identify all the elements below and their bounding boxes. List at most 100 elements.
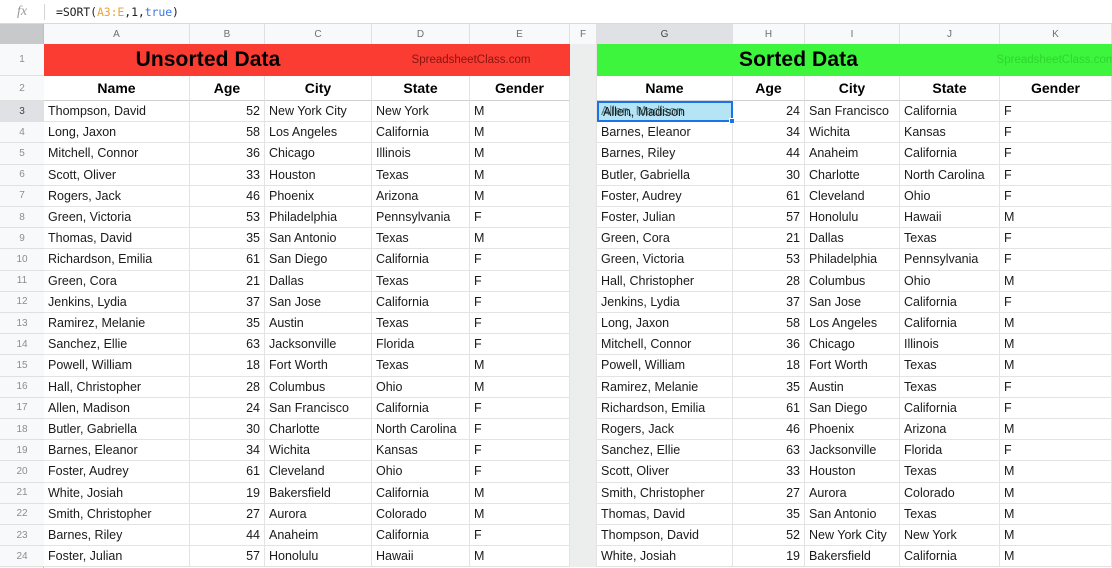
sorted-cell-r24-c7[interactable]: 19 [733, 546, 805, 568]
spacer-column-f[interactable] [570, 44, 597, 568]
unsorted-cell-r20-c0[interactable]: Foster, Audrey [44, 461, 190, 483]
unsorted-cell-r15-c0[interactable]: Powell, William [44, 355, 190, 377]
unsorted-cell-r13-c1[interactable]: 35 [190, 313, 265, 335]
sorted-cell-r21-c9[interactable]: Colorado [900, 482, 1000, 504]
unsorted-cell-r11-c0[interactable]: Green, Cora [44, 270, 190, 292]
unsorted-cell-r21-c0[interactable]: White, Josiah [44, 482, 190, 504]
sorted-cell-r13-c6[interactable]: Long, Jaxon [597, 313, 733, 335]
sorted-cell-r24-c9[interactable]: California [900, 546, 1000, 568]
unsorted-cell-r15-c1[interactable]: 18 [190, 355, 265, 377]
sorted-cell-r12-c8[interactable]: San Jose [805, 291, 900, 313]
unsorted-cell-r19-c3[interactable]: Kansas [372, 440, 470, 462]
sorted-cell-r14-c9[interactable]: Illinois [900, 334, 1000, 356]
sorted-cell-r7-c10[interactable]: F [1000, 185, 1112, 207]
sorted-header-age[interactable]: Age [733, 76, 805, 101]
sorted-cell-r9-c8[interactable]: Dallas [805, 228, 900, 250]
column-header-d[interactable]: D [372, 24, 470, 44]
unsorted-cell-r18-c4[interactable]: F [470, 419, 570, 441]
sorted-cell-r23-c6[interactable]: Thompson, David [597, 525, 733, 547]
sorted-cell-r15-c10[interactable]: M [1000, 355, 1112, 377]
sorted-cell-r10-c7[interactable]: 53 [733, 249, 805, 271]
sorted-cell-r17-c10[interactable]: F [1000, 397, 1112, 419]
sorted-cell-r22-c7[interactable]: 35 [733, 503, 805, 525]
unsorted-cell-r15-c3[interactable]: Texas [372, 355, 470, 377]
sorted-cell-r12-c9[interactable]: California [900, 291, 1000, 313]
formula-input[interactable]: =SORT(A3:E, 1, true) [45, 0, 1112, 24]
sorted-cell-r14-c8[interactable]: Chicago [805, 334, 900, 356]
sorted-cell-r23-c7[interactable]: 52 [733, 525, 805, 547]
unsorted-cell-r9-c4[interactable]: M [470, 228, 570, 250]
sorted-cell-r3-c7[interactable]: 24 [733, 101, 805, 123]
unsorted-cell-r24-c4[interactable]: M [470, 546, 570, 568]
sorted-cell-r17-c6[interactable]: Richardson, Emilia [597, 397, 733, 419]
sorted-cell-r13-c10[interactable]: M [1000, 313, 1112, 335]
sorted-cell-r5-c10[interactable]: F [1000, 143, 1112, 165]
unsorted-cell-r3-c2[interactable]: New York City [265, 101, 372, 123]
row-header-16[interactable]: 16 [0, 376, 44, 398]
unsorted-cell-r7-c0[interactable]: Rogers, Jack [44, 185, 190, 207]
row-header-11[interactable]: 11 [0, 270, 44, 292]
sorted-cell-r20-c8[interactable]: Houston [805, 461, 900, 483]
unsorted-cell-r8-c3[interactable]: Pennsylvania [372, 207, 470, 229]
sorted-cell-r9-c7[interactable]: 21 [733, 228, 805, 250]
unsorted-header-age[interactable]: Age [190, 76, 265, 101]
unsorted-cell-r12-c1[interactable]: 37 [190, 291, 265, 313]
unsorted-cell-r4-c0[interactable]: Long, Jaxon [44, 122, 190, 144]
sorted-cell-r3-c8[interactable]: San Francisco [805, 101, 900, 123]
sorted-cell-r5-c9[interactable]: California [900, 143, 1000, 165]
sorted-cell-r4-c7[interactable]: 34 [733, 122, 805, 144]
unsorted-cell-r22-c2[interactable]: Aurora [265, 503, 372, 525]
sorted-cell-r15-c6[interactable]: Powell, William [597, 355, 733, 377]
unsorted-cell-r22-c1[interactable]: 27 [190, 503, 265, 525]
unsorted-cell-r10-c3[interactable]: California [372, 249, 470, 271]
unsorted-cell-r3-c4[interactable]: M [470, 101, 570, 123]
unsorted-cell-r5-c1[interactable]: 36 [190, 143, 265, 165]
sorted-cell-r9-c10[interactable]: F [1000, 228, 1112, 250]
sorted-cell-r18-c6[interactable]: Rogers, Jack [597, 419, 733, 441]
unsorted-header-city[interactable]: City [265, 76, 372, 101]
unsorted-cell-r13-c4[interactable]: F [470, 313, 570, 335]
sorted-cell-r15-c7[interactable]: 18 [733, 355, 805, 377]
unsorted-cell-r12-c4[interactable]: F [470, 291, 570, 313]
sorted-cell-r19-c9[interactable]: Florida [900, 440, 1000, 462]
sorted-cell-r12-c7[interactable]: 37 [733, 291, 805, 313]
unsorted-cell-r9-c3[interactable]: Texas [372, 228, 470, 250]
row-header-24[interactable]: 24 [0, 546, 44, 568]
sorted-header-gender[interactable]: Gender [1000, 76, 1112, 101]
unsorted-cell-r24-c2[interactable]: Honolulu [265, 546, 372, 568]
row-header-9[interactable]: 9 [0, 228, 44, 250]
sorted-cell-r20-c6[interactable]: Scott, Oliver [597, 461, 733, 483]
unsorted-cell-r18-c2[interactable]: Charlotte [265, 419, 372, 441]
fill-handle[interactable] [729, 118, 735, 125]
unsorted-cell-r7-c4[interactable]: M [470, 185, 570, 207]
sorted-cell-r16-c8[interactable]: Austin [805, 376, 900, 398]
sorted-cell-r6-c9[interactable]: North Carolina [900, 164, 1000, 186]
unsorted-cell-r12-c0[interactable]: Jenkins, Lydia [44, 291, 190, 313]
sorted-cell-r23-c9[interactable]: New York [900, 525, 1000, 547]
sorted-cell-r20-c9[interactable]: Texas [900, 461, 1000, 483]
unsorted-cell-r21-c3[interactable]: California [372, 482, 470, 504]
unsorted-cell-r6-c0[interactable]: Scott, Oliver [44, 164, 190, 186]
unsorted-cell-r23-c0[interactable]: Barnes, Riley [44, 525, 190, 547]
column-header-c[interactable]: C [265, 24, 372, 44]
unsorted-cell-r6-c2[interactable]: Houston [265, 164, 372, 186]
sorted-cell-r7-c7[interactable]: 61 [733, 185, 805, 207]
unsorted-cell-r16-c2[interactable]: Columbus [265, 376, 372, 398]
row-header-4[interactable]: 4 [0, 122, 44, 144]
row-header-23[interactable]: 23 [0, 525, 44, 547]
sorted-cell-r4-c10[interactable]: F [1000, 122, 1112, 144]
unsorted-cell-r14-c2[interactable]: Jacksonville [265, 334, 372, 356]
sorted-cell-r16-c6[interactable]: Ramirez, Melanie [597, 376, 733, 398]
unsorted-cell-r19-c1[interactable]: 34 [190, 440, 265, 462]
sorted-cell-r12-c6[interactable]: Jenkins, Lydia [597, 291, 733, 313]
unsorted-cell-r13-c2[interactable]: Austin [265, 313, 372, 335]
column-header-i[interactable]: I [805, 24, 900, 44]
unsorted-cell-r15-c4[interactable]: M [470, 355, 570, 377]
sorted-cell-r21-c7[interactable]: 27 [733, 482, 805, 504]
unsorted-cell-r5-c3[interactable]: Illinois [372, 143, 470, 165]
row-header-22[interactable]: 22 [0, 503, 44, 525]
unsorted-cell-r19-c4[interactable]: F [470, 440, 570, 462]
unsorted-cell-r19-c2[interactable]: Wichita [265, 440, 372, 462]
unsorted-cell-r8-c2[interactable]: Philadelphia [265, 207, 372, 229]
unsorted-header-name[interactable]: Name [44, 76, 190, 101]
